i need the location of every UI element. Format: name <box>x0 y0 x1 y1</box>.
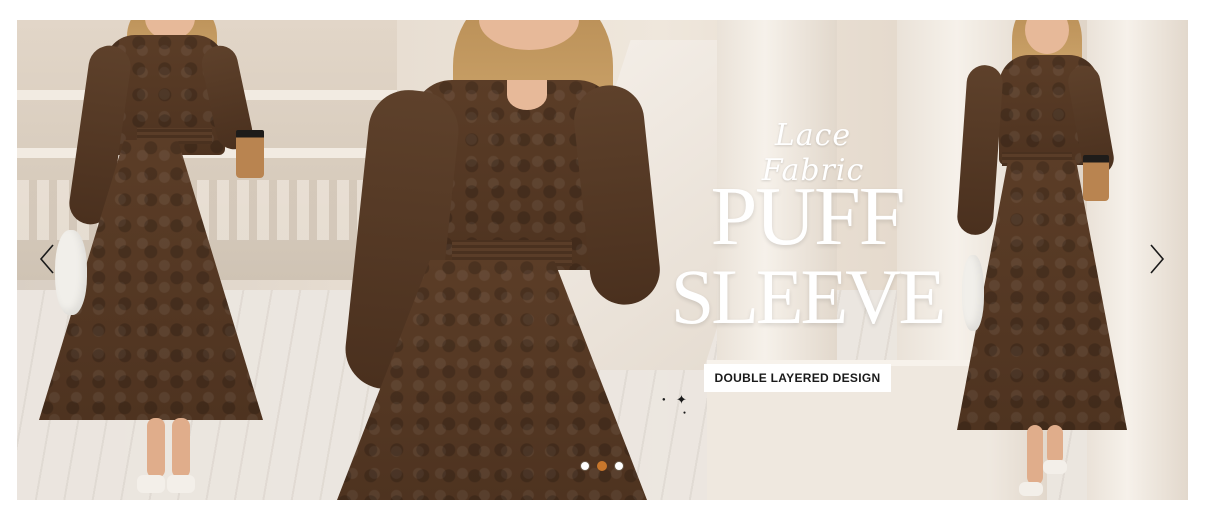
sparkle-icon: ✦ <box>676 392 687 407</box>
slide-pagination <box>580 461 624 471</box>
next-slide-button[interactable] <box>1145 241 1169 277</box>
hero-banner[interactable]: Lace Fabric PUFF SLEEVE DOUBLE LAYERED D… <box>17 20 1188 500</box>
sparkle-icon: ● <box>662 397 666 403</box>
headline-line-2: SLEEVE <box>670 253 946 340</box>
chevron-left-icon <box>39 244 54 274</box>
headline-line-1: PUFF <box>710 170 906 263</box>
cta-button[interactable]: DOUBLE LAYERED DESIGN <box>704 364 891 392</box>
sparkle-icon: ● <box>683 410 687 416</box>
prev-slide-button[interactable] <box>35 241 59 277</box>
slide-dot-1[interactable] <box>580 461 590 471</box>
slide-dot-3[interactable] <box>614 461 624 471</box>
slide-dot-2[interactable] <box>597 461 607 471</box>
chevron-right-icon <box>1150 244 1165 274</box>
